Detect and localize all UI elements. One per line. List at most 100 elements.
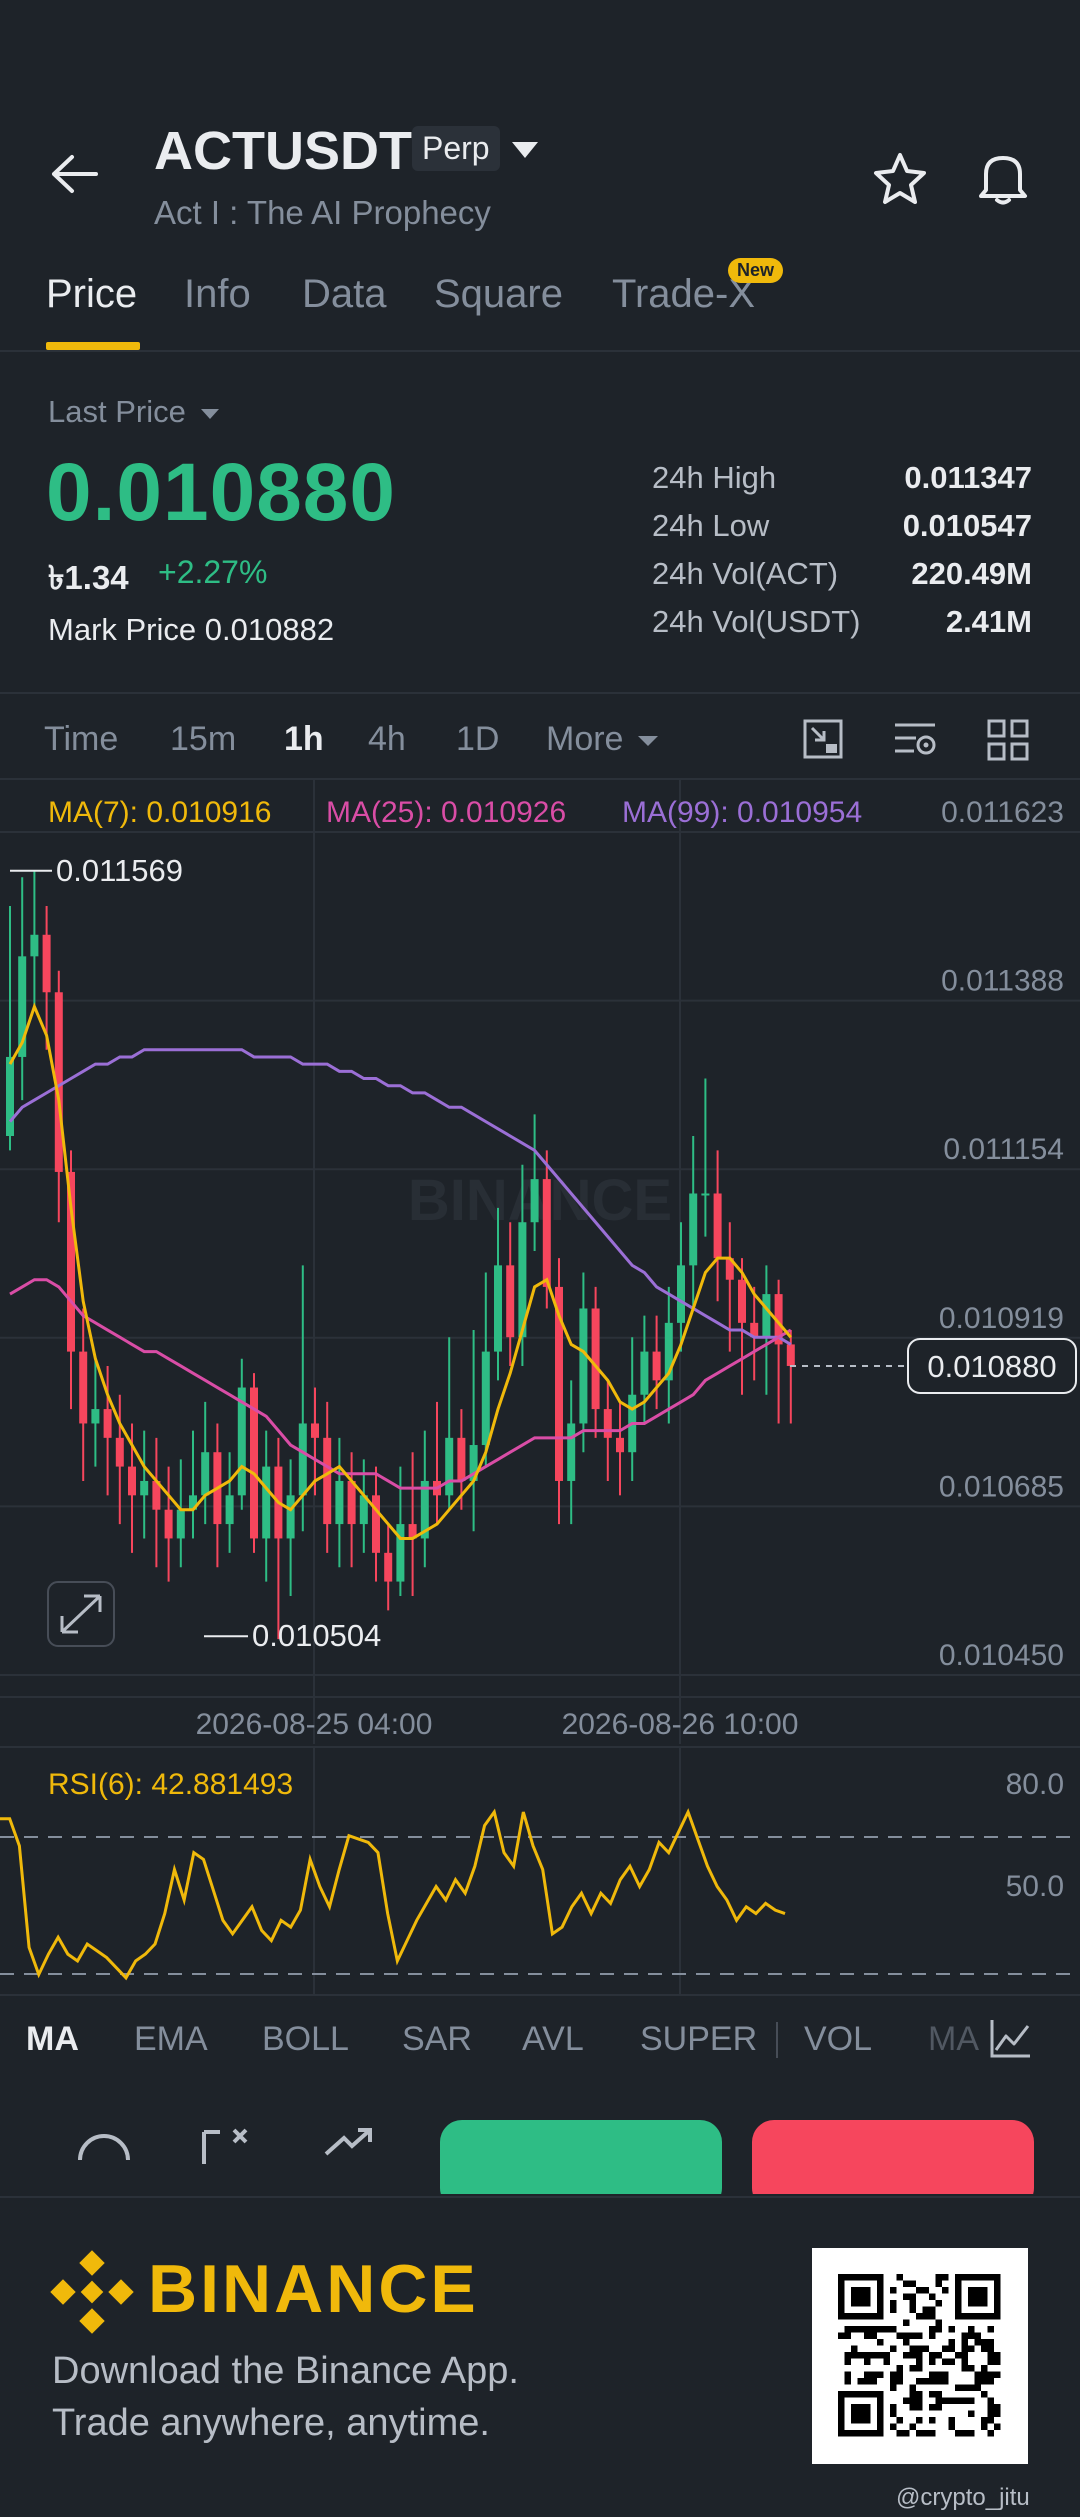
indicator-ema[interactable]: EMA (134, 2020, 208, 2059)
price-alert-bell-icon[interactable] (976, 150, 1030, 206)
candle-body (701, 1193, 710, 1196)
candle-body (530, 1179, 539, 1223)
chart-watermark: BINANCE (408, 1168, 672, 1233)
indicator-super[interactable]: SUPER (640, 2020, 757, 2059)
qr-module (981, 2423, 988, 2430)
qr-module (857, 2378, 864, 2385)
candle-body (494, 1265, 502, 1352)
trend-tools-icon[interactable] (320, 2124, 374, 2164)
candle-body (616, 1437, 624, 1453)
qr-module (974, 2384, 981, 2391)
header: ACTUSDT Perp Act I : The AI Prophecy (0, 110, 1080, 250)
qr-module (916, 2430, 923, 2437)
interval-more-label: More (546, 720, 624, 758)
qr-module (922, 2287, 929, 2294)
candle-body (176, 1509, 185, 1539)
qr-module (987, 2404, 994, 2411)
candle-body (91, 1409, 100, 1424)
indicator-boll[interactable]: BOLL (262, 2020, 349, 2059)
qr-module (916, 2417, 923, 2424)
qr-module (922, 2430, 929, 2437)
qr-module (890, 2326, 897, 2333)
chart-style-icon[interactable] (802, 718, 844, 760)
interval-bar: Time 15m 1h 4h 1D More (0, 698, 1080, 780)
chart-canvas: 0.011623 0.011388 0.011154 0.010919 0.010685… (0, 780, 1080, 1744)
qr-module (974, 2339, 981, 2346)
candle-body (347, 1480, 356, 1525)
grid-tools-icon[interactable] (200, 2124, 254, 2164)
qr-module (987, 2430, 994, 2437)
qr-module (987, 2358, 994, 2365)
qr-module (981, 2371, 988, 2378)
layout-grid-icon[interactable] (986, 718, 1030, 762)
tab-info[interactable]: Info (184, 272, 251, 317)
indicator-vol[interactable]: VOL (804, 2020, 872, 2059)
download-qr-code[interactable] (812, 2248, 1028, 2464)
candle-body (140, 1480, 149, 1496)
qr-module (981, 2378, 988, 2385)
interval-4h[interactable]: 4h (368, 720, 406, 759)
high-marker-label: 0.011569 (56, 853, 183, 888)
qr-module (929, 2358, 936, 2365)
candle-body (738, 1279, 746, 1323)
qr-module (890, 2287, 897, 2294)
sell-short-button[interactable] (752, 2120, 1034, 2194)
indicator-avl[interactable]: AVL (522, 2020, 584, 2059)
indicator-ma[interactable]: MA (26, 2020, 79, 2059)
qr-module (896, 2371, 903, 2378)
indicator-sar[interactable]: SAR (402, 2020, 472, 2059)
rsi-canvas: 80.0 50.0 RSI(6): 42.881493 (0, 1748, 1080, 1996)
more-actions-icon[interactable] (76, 2124, 132, 2164)
indicator-chart-icon[interactable] (988, 2018, 1032, 2060)
interval-time[interactable]: Time (44, 720, 118, 759)
qr-module (890, 2345, 897, 2352)
candle-body (311, 1423, 319, 1438)
qr-module (974, 2378, 981, 2385)
expand-icon (60, 1594, 102, 1634)
qr-module (870, 2378, 877, 2385)
qr-module (890, 2423, 897, 2430)
tab-price[interactable]: Price (46, 272, 137, 317)
back-arrow-icon[interactable] (48, 154, 100, 194)
qr-module (896, 2417, 903, 2424)
qr-module (922, 2378, 929, 2385)
favorite-star-icon[interactable] (872, 152, 928, 206)
interval-more[interactable]: More (546, 720, 659, 759)
qr-module (968, 2384, 975, 2391)
qr-module (942, 2397, 949, 2404)
qr-module (987, 2417, 994, 2424)
tab-data[interactable]: Data (302, 272, 387, 317)
current-price-label: 0.010880 (927, 1349, 1056, 1384)
qr-module (903, 2352, 910, 2359)
indicator-ma-sub[interactable]: MA (928, 2020, 979, 2059)
qr-module (903, 2397, 910, 2404)
candle-body (762, 1294, 771, 1338)
qr-module (929, 2378, 936, 2385)
symbol-title[interactable]: ACTUSDT (154, 120, 412, 182)
qr-module (896, 2332, 903, 2339)
qr-module (903, 2280, 910, 2287)
indicator-settings-icon[interactable] (892, 720, 938, 758)
candle-body (42, 934, 51, 993)
qr-finder (968, 2287, 988, 2307)
candle-body (262, 1466, 271, 1539)
qr-module (994, 2410, 1001, 2417)
interval-15m[interactable]: 15m (170, 720, 236, 759)
price-type-selector[interactable]: Last Price (48, 394, 220, 430)
qr-module (916, 2404, 923, 2411)
interval-1h[interactable]: 1h (284, 720, 324, 759)
interval-1d[interactable]: 1D (456, 720, 499, 759)
buy-long-button[interactable] (440, 2120, 722, 2194)
qr-module (961, 2352, 968, 2359)
symbol-dropdown-icon[interactable] (510, 140, 540, 160)
qr-finder (851, 2404, 871, 2424)
qr-module (909, 2391, 916, 2398)
stat-label: 24h Low (652, 508, 770, 543)
qr-module (948, 2397, 955, 2404)
tab-square[interactable]: Square (434, 272, 563, 317)
fiat-value: ৳1.34 (48, 559, 129, 596)
qr-module (948, 2417, 955, 2424)
price-chart[interactable]: 0.011623 0.011388 0.011154 0.010919 0.010685… (0, 780, 1080, 1744)
qr-module (955, 2352, 962, 2359)
qr-module (909, 2423, 916, 2430)
